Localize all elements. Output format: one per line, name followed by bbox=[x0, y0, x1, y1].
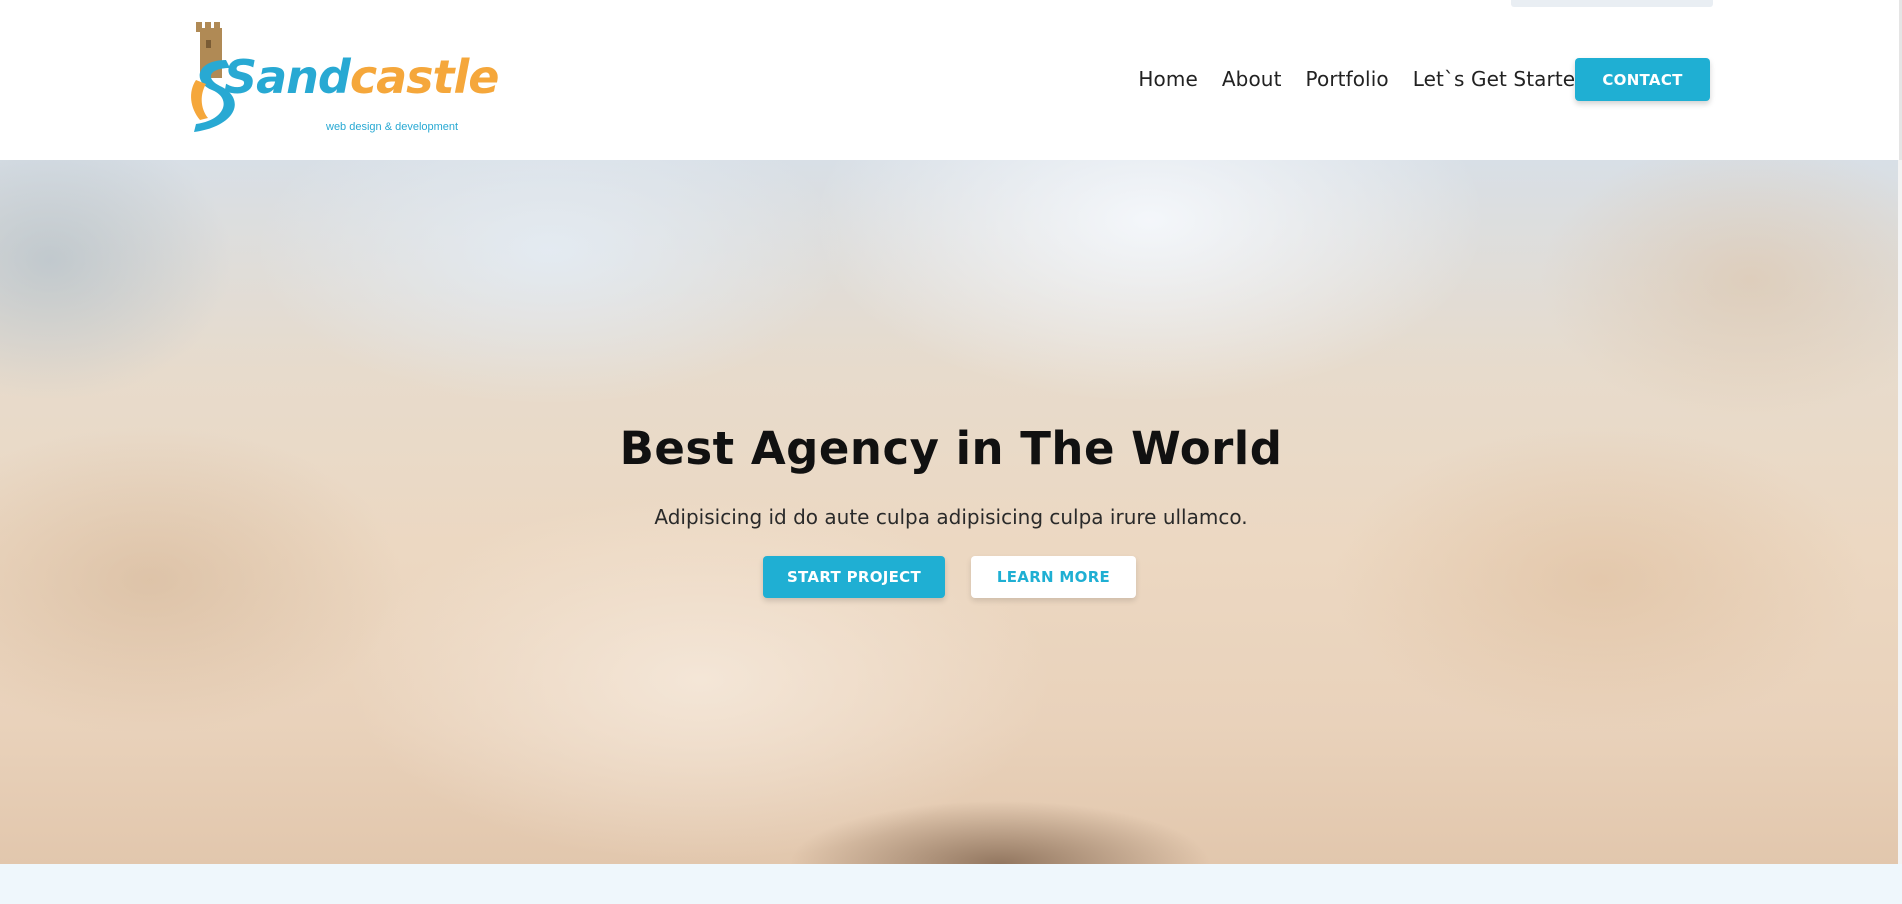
logo-wordmark-sand: Sand bbox=[224, 50, 351, 104]
nav-portfolio-link[interactable]: Portfolio bbox=[1306, 67, 1389, 91]
hero-section: Best Agency in The World Adipisicing id … bbox=[0, 160, 1902, 864]
site-header: Sandcastle web design & development Home… bbox=[0, 0, 1902, 160]
learn-more-button[interactable]: LEARN MORE bbox=[971, 556, 1136, 598]
contact-button[interactable]: CONTACT bbox=[1575, 58, 1710, 101]
site-logo[interactable]: Sandcastle web design & development bbox=[186, 20, 500, 138]
next-section bbox=[0, 864, 1902, 904]
nav-get-started-link[interactable]: Let`s Get Started bbox=[1413, 67, 1588, 91]
hero-content: Best Agency in The World Adipisicing id … bbox=[0, 160, 1902, 864]
logo-wordmark: Sandcastle bbox=[224, 54, 500, 100]
main-nav: Home About Portfolio Let`s Get Started bbox=[1138, 58, 1612, 100]
hero-scrollbar[interactable] bbox=[1898, 160, 1902, 864]
start-project-button[interactable]: START PROJECT bbox=[763, 556, 945, 598]
logo-wordmark-castle: castle bbox=[349, 50, 500, 104]
top-search-strip[interactable] bbox=[1511, 0, 1713, 7]
nav-about-link[interactable]: About bbox=[1222, 67, 1282, 91]
hero-title: Best Agency in The World bbox=[619, 422, 1283, 475]
page: Sandcastle web design & development Home… bbox=[0, 0, 1902, 904]
hero-subtitle: Adipisicing id do aute culpa adipisicing… bbox=[654, 505, 1248, 529]
logo-tagline: web design & development bbox=[326, 121, 459, 133]
nav-home-link[interactable]: Home bbox=[1138, 67, 1197, 91]
